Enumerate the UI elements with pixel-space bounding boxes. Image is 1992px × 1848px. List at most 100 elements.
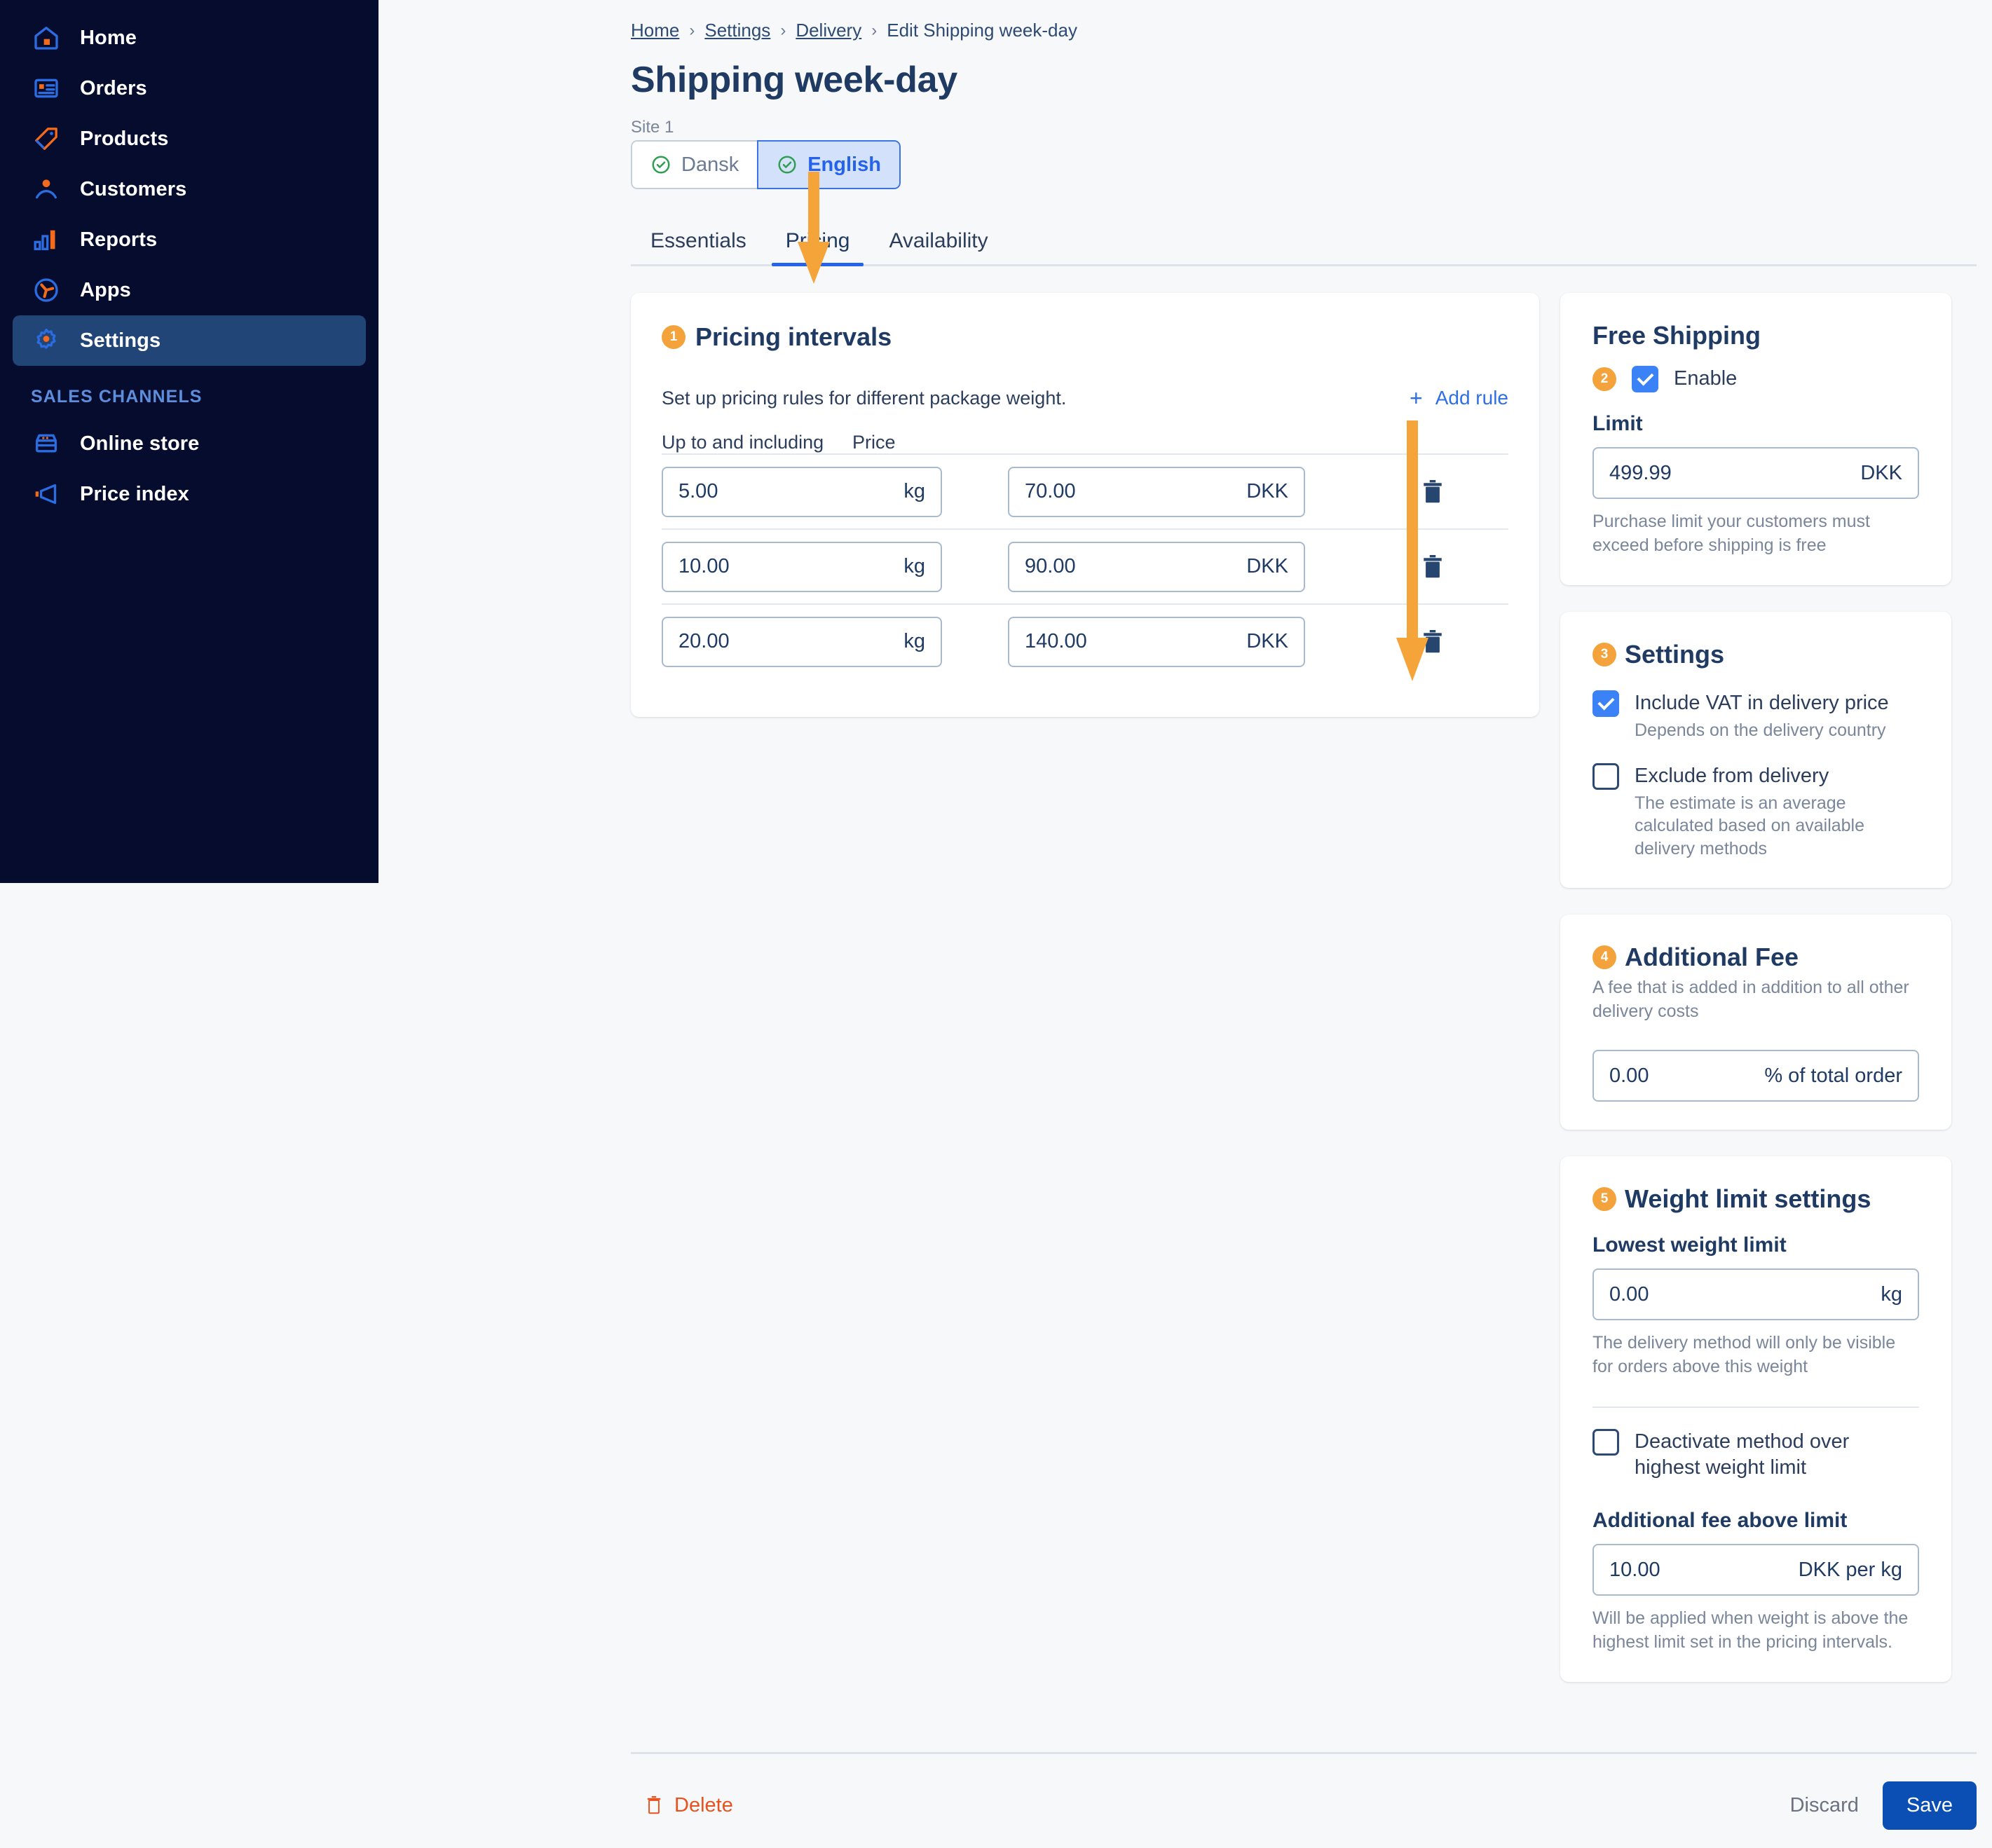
column-header-weight: Up to and including bbox=[662, 432, 824, 453]
sidebar-item-label: Apps bbox=[80, 278, 131, 301]
limit-label: Limit bbox=[1592, 412, 1643, 435]
sidebar-item-online-store[interactable]: Online store bbox=[13, 418, 366, 469]
weight-input-row-3[interactable]: 20.00 kg bbox=[662, 616, 942, 667]
sidebar-section-label: SALES CHANNELS bbox=[31, 387, 203, 406]
breadcrumb: Home › Settings › Delivery › Edit Shippi… bbox=[631, 20, 1077, 41]
weight-limit-card: 5 Weight limit settings Lowest weight li… bbox=[1560, 1156, 1951, 1683]
store-icon bbox=[31, 428, 62, 459]
breadcrumb-settings[interactable]: Settings bbox=[704, 20, 770, 41]
main-content: Home › Settings › Delivery › Edit Shippi… bbox=[378, 0, 1992, 1848]
sidebar-item-label: Online store bbox=[80, 432, 200, 455]
delete-row-2-button[interactable] bbox=[1417, 552, 1448, 582]
language-label: Dansk bbox=[681, 153, 739, 176]
step-badge-4: 4 bbox=[1592, 945, 1616, 970]
fee-above-limit-value: 10.00 bbox=[1609, 1558, 1660, 1581]
weight-value: 5.00 bbox=[678, 480, 718, 502]
apps-icon bbox=[31, 275, 62, 306]
additional-fee-input[interactable]: 0.00 % of total order bbox=[1592, 1050, 1919, 1102]
weight-unit: kg bbox=[903, 480, 925, 502]
sidebar-item-label: Products bbox=[80, 127, 169, 150]
additional-fee-unit: % of total order bbox=[1764, 1064, 1902, 1087]
app-root: Home Orders Products Customers Reports A… bbox=[0, 0, 1992, 1848]
include-vat-label: Include VAT in delivery price bbox=[1635, 692, 1889, 714]
deactivate-method-row: Deactivate method over highest weight li… bbox=[1592, 1429, 1919, 1481]
enable-free-shipping-checkbox[interactable] bbox=[1632, 366, 1658, 392]
price-unit: DKK bbox=[1246, 630, 1288, 652]
price-input-row-2[interactable]: 90.00 DKK bbox=[1008, 541, 1305, 592]
sidebar-item-home[interactable]: Home bbox=[13, 13, 366, 63]
products-tag-icon bbox=[31, 123, 62, 154]
lowest-weight-limit-input[interactable]: 0.00 kg bbox=[1592, 1268, 1919, 1321]
weight-unit: kg bbox=[903, 555, 925, 577]
additional-fee-value: 0.00 bbox=[1609, 1064, 1649, 1087]
megaphone-icon bbox=[31, 479, 62, 509]
exclude-delivery-row: Exclude from delivery The estimate is an… bbox=[1592, 762, 1919, 861]
sidebar-item-price-index[interactable]: Price index bbox=[13, 469, 366, 519]
fee-above-limit-help: Will be applied when weight is above the… bbox=[1592, 1608, 1909, 1652]
fee-above-limit-unit: DKK per kg bbox=[1798, 1558, 1902, 1581]
breadcrumb-separator: › bbox=[871, 20, 878, 40]
primary-actions: Discard Save bbox=[1790, 1781, 1977, 1830]
action-bar: Delete Discard Save bbox=[631, 1752, 1977, 1848]
step-badge-1: 1 bbox=[662, 325, 685, 349]
discard-button[interactable]: Discard bbox=[1790, 1794, 1859, 1817]
sidebar-item-products[interactable]: Products bbox=[13, 114, 366, 164]
delete-row-1-button[interactable] bbox=[1417, 477, 1448, 507]
sidebar: Home Orders Products Customers Reports A… bbox=[0, 0, 378, 883]
table-row: 20.00 kg 140.00 DKK bbox=[662, 603, 1508, 678]
tab-essentials[interactable]: Essentials bbox=[631, 229, 766, 264]
price-input-row-1[interactable]: 70.00 DKK bbox=[1008, 466, 1305, 517]
language-option-dansk[interactable]: Dansk bbox=[631, 140, 758, 189]
additional-fee-above-limit-input[interactable]: 10.00 DKK per kg bbox=[1592, 1544, 1919, 1596]
price-value: 70.00 bbox=[1025, 480, 1076, 502]
page-title: Shipping week-day bbox=[631, 60, 957, 100]
lowest-weight-help: The delivery method will only be visible… bbox=[1592, 1333, 1896, 1376]
sidebar-item-label: Orders bbox=[80, 76, 147, 100]
free-shipping-limit-input[interactable]: 499.99 DKK bbox=[1592, 447, 1919, 499]
weight-input-row-1[interactable]: 5.00 kg bbox=[662, 466, 942, 517]
divider bbox=[1592, 1406, 1919, 1409]
trash-icon bbox=[1424, 479, 1442, 502]
pricing-intervals-card: 1 Pricing intervals Set up pricing rules… bbox=[631, 293, 1539, 717]
check-circle-icon bbox=[778, 156, 796, 174]
sidebar-item-orders[interactable]: Orders bbox=[13, 63, 366, 114]
breadcrumb-delivery[interactable]: Delivery bbox=[796, 20, 861, 41]
price-input-row-3[interactable]: 140.00 DKK bbox=[1008, 616, 1305, 667]
tab-availability[interactable]: Availability bbox=[869, 229, 1007, 264]
limit-help-text: Purchase limit your customers must excee… bbox=[1592, 512, 1870, 555]
add-rule-button[interactable]: + Add rule bbox=[1410, 387, 1508, 409]
sidebar-item-label: Reports bbox=[80, 228, 158, 251]
language-option-english[interactable]: English bbox=[757, 140, 901, 189]
delete-button[interactable]: Delete bbox=[631, 1794, 733, 1817]
orders-icon bbox=[31, 73, 62, 104]
breadcrumb-home[interactable]: Home bbox=[631, 20, 679, 41]
settings-card: 3 Settings Include VAT in delivery price… bbox=[1560, 612, 1951, 889]
sidebar-item-label: Settings bbox=[80, 329, 161, 352]
price-value: 140.00 bbox=[1025, 630, 1087, 652]
include-vat-checkbox[interactable] bbox=[1592, 690, 1619, 717]
gear-icon bbox=[31, 325, 62, 356]
weight-input-row-2[interactable]: 10.00 kg bbox=[662, 541, 942, 592]
language-toggle: Dansk English bbox=[631, 140, 901, 189]
sidebar-item-reports[interactable]: Reports bbox=[13, 214, 366, 265]
deactivate-method-label: Deactivate method over highest weight li… bbox=[1635, 1430, 1850, 1479]
additional-fee-sub: A fee that is added in addition to all o… bbox=[1592, 978, 1909, 1021]
language-label: English bbox=[807, 153, 881, 176]
weight-value: 20.00 bbox=[678, 630, 730, 652]
site-label: Site 1 bbox=[631, 118, 674, 137]
sidebar-item-label: Customers bbox=[80, 177, 187, 200]
step-badge-5: 5 bbox=[1592, 1187, 1616, 1212]
sidebar-item-settings[interactable]: Settings bbox=[13, 315, 366, 366]
tab-pricing[interactable]: Pricing bbox=[766, 229, 870, 266]
trash-icon bbox=[647, 1796, 661, 1814]
tab-bar: Essentials Pricing Availability bbox=[631, 223, 1977, 266]
delete-row-3-button[interactable] bbox=[1417, 627, 1448, 657]
save-button[interactable]: Save bbox=[1882, 1781, 1977, 1830]
sidebar-item-apps[interactable]: Apps bbox=[13, 265, 366, 315]
exclude-from-delivery-checkbox[interactable] bbox=[1592, 762, 1619, 790]
weight-limit-header: 5 Weight limit settings bbox=[1592, 1184, 1919, 1214]
sidebar-item-customers[interactable]: Customers bbox=[13, 164, 366, 214]
weight-limit-title: Weight limit settings bbox=[1625, 1184, 1871, 1214]
pricing-subheader-row: Set up pricing rules for different packa… bbox=[662, 387, 1508, 409]
deactivate-method-checkbox[interactable] bbox=[1592, 1429, 1619, 1456]
